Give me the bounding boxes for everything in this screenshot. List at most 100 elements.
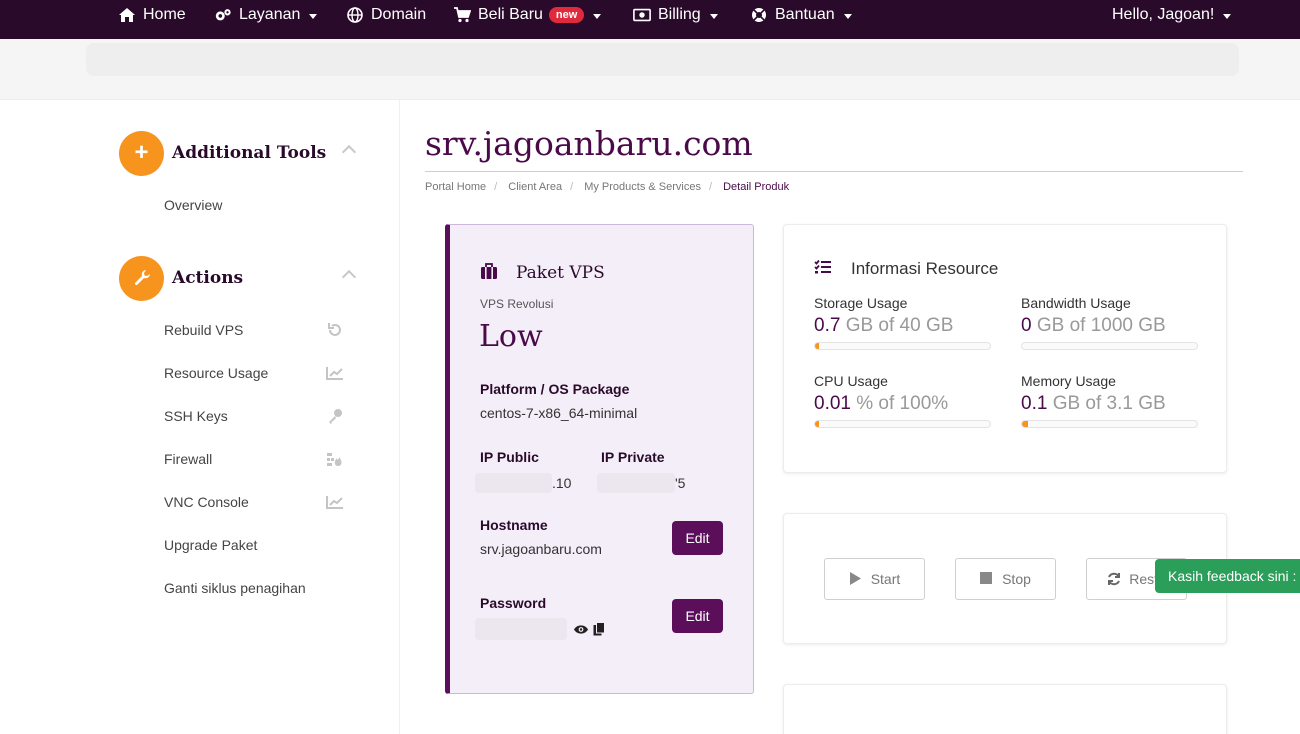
tasks-icon <box>814 259 834 279</box>
ip-public-value: .10 <box>475 473 571 493</box>
undo-icon <box>326 321 344 339</box>
vps-plan-name: Low <box>479 319 543 354</box>
sidebar-item-vnc-console[interactable]: VNC Console <box>164 492 344 512</box>
nav-billing-label: Billing <box>658 6 701 23</box>
feedback-button[interactable]: Kasih feedback sini : <box>1155 559 1300 593</box>
sidebar-item-label: Upgrade Paket <box>164 537 258 553</box>
sidebar-section-actions[interactable]: Actions <box>119 255 364 301</box>
password-value <box>475 618 605 640</box>
cpu-usage-bar-fill <box>815 421 819 427</box>
edit-password-button[interactable]: Edit <box>672 599 723 633</box>
memory-usage-total: GB of 3.1 GB <box>1047 393 1166 414</box>
ip-private-suffix: '5 <box>675 475 686 491</box>
lifebuoy-icon <box>750 6 768 24</box>
sidebar-item-upgrade-paket[interactable]: Upgrade Paket <box>164 535 344 555</box>
cart-icon <box>453 6 471 24</box>
wrench-icon <box>119 255 164 301</box>
sidebar-item-ssh-keys[interactable]: SSH Keys <box>164 406 344 426</box>
suitcase-icon <box>480 263 500 283</box>
memory-usage: Memory Usage 0.1 GB of 3.1 GB <box>1021 373 1198 428</box>
hostname-label: Hostname <box>480 517 548 533</box>
ip-private-redacted <box>597 473 675 493</box>
cpu-usage-label: CPU Usage <box>814 373 888 389</box>
ip-public-suffix: .10 <box>552 475 572 491</box>
chevron-down-icon <box>593 13 602 19</box>
bandwidth-usage-bar <box>1021 342 1198 350</box>
sidebar-item-label: SSH Keys <box>164 408 228 424</box>
chart-icon <box>326 364 344 382</box>
bandwidth-usage-value: 0 GB of 1000 GB <box>1021 315 1198 337</box>
ip-public-redacted <box>475 473 552 493</box>
vps-product-group: VPS Revolusi <box>480 297 554 311</box>
password-redacted <box>475 618 567 640</box>
storage-usage-bar <box>814 342 991 350</box>
notice-placeholder <box>86 43 1239 76</box>
globe-icon <box>346 6 364 24</box>
breadcrumb-my-products[interactable]: My Products & Services <box>584 181 701 193</box>
os-value: centos-7-x86_64-minimal <box>480 405 638 421</box>
breadcrumb: Portal Home / Client Area / My Products & … <box>425 181 790 193</box>
sidebar-section-additional-tools[interactable]: + Additional Tools <box>119 130 364 176</box>
additional-card <box>783 684 1227 734</box>
nav-domain-label: Domain <box>371 6 427 23</box>
vps-card-title: Paket VPS <box>516 263 605 283</box>
resource-info-card: Informasi Resource Storage Usage 0.7 GB … <box>783 224 1227 473</box>
eye-icon[interactable] <box>573 624 589 635</box>
ip-private-label: IP Private <box>601 449 665 465</box>
sidebar-item-label: Overview <box>164 197 223 213</box>
copy-icon[interactable] <box>593 622 605 636</box>
chevron-down-icon <box>843 13 852 19</box>
hostname-value: srv.jagoanbaru.com <box>480 541 602 557</box>
gears-icon <box>214 6 232 24</box>
nav-home-label: Home <box>143 6 186 23</box>
os-label: Platform / OS Package <box>480 381 630 397</box>
nav-home[interactable]: Home <box>118 0 186 30</box>
sidebar-item-rebuild-vps[interactable]: Rebuild VPS <box>164 320 344 340</box>
resource-card-header: Informasi Resource <box>814 259 998 279</box>
memory-usage-value: 0.1 GB of 3.1 GB <box>1021 393 1198 415</box>
nav-billing[interactable]: Billing <box>633 0 718 30</box>
nav-layanan[interactable]: Layanan <box>214 0 318 30</box>
nav-user-menu[interactable]: Hello, Jagoan! <box>1112 0 1232 30</box>
sidebar-item-ganti-siklus[interactable]: Ganti siklus penagihan <box>164 578 364 598</box>
bandwidth-usage-label: Bandwidth Usage <box>1021 295 1131 311</box>
nav-domain[interactable]: Domain <box>346 0 426 30</box>
chevron-down-icon <box>709 13 718 19</box>
storage-usage-label: Storage Usage <box>814 295 908 311</box>
cpu-usage-total: % of 100% <box>850 393 949 414</box>
chevron-down-icon <box>309 13 318 19</box>
nav-beli-baru[interactable]: Beli Baru new <box>453 0 602 30</box>
stop-button-label: Stop <box>1002 571 1031 587</box>
edit-hostname-button[interactable]: Edit <box>672 521 723 555</box>
ip-public-label: IP Public <box>480 449 539 465</box>
memory-usage-label: Memory Usage <box>1021 373 1116 389</box>
sidebar-section-title: Actions <box>172 268 244 288</box>
sidebar-item-overview[interactable]: Overview <box>164 195 344 215</box>
memory-usage-bar <box>1021 420 1198 428</box>
sidebar-item-resource-usage[interactable]: Resource Usage <box>164 363 344 383</box>
firewall-icon <box>326 450 344 468</box>
title-divider <box>425 171 1243 172</box>
storage-usage-number: 0.7 <box>814 315 841 336</box>
chart-icon <box>326 493 344 511</box>
breadcrumb-current: Detail Produk <box>723 181 790 193</box>
sidebar-item-label: Rebuild VPS <box>164 322 244 338</box>
bandwidth-usage-total: GB of 1000 GB <box>1031 315 1166 336</box>
stop-icon <box>980 572 994 586</box>
bandwidth-usage-number: 0 <box>1021 315 1032 336</box>
stop-button[interactable]: Stop <box>955 558 1056 600</box>
start-button[interactable]: Start <box>824 558 925 600</box>
vps-package-card: Paket VPS VPS Revolusi Low Platform / OS… <box>445 224 754 694</box>
user-greeting: Hello, Jagoan! <box>1112 6 1215 23</box>
breadcrumb-client-area[interactable]: Client Area <box>508 181 562 193</box>
password-label: Password <box>480 595 547 611</box>
notice-bar <box>0 39 1300 100</box>
key-icon <box>326 407 344 425</box>
storage-usage-bar-fill <box>815 343 819 349</box>
refresh-icon <box>1107 572 1121 586</box>
play-icon <box>849 572 863 586</box>
breadcrumb-portal-home[interactable]: Portal Home <box>425 181 486 193</box>
sidebar-item-firewall[interactable]: Firewall <box>164 449 344 469</box>
money-icon <box>633 6 651 24</box>
nav-bantuan[interactable]: Bantuan <box>750 0 852 30</box>
